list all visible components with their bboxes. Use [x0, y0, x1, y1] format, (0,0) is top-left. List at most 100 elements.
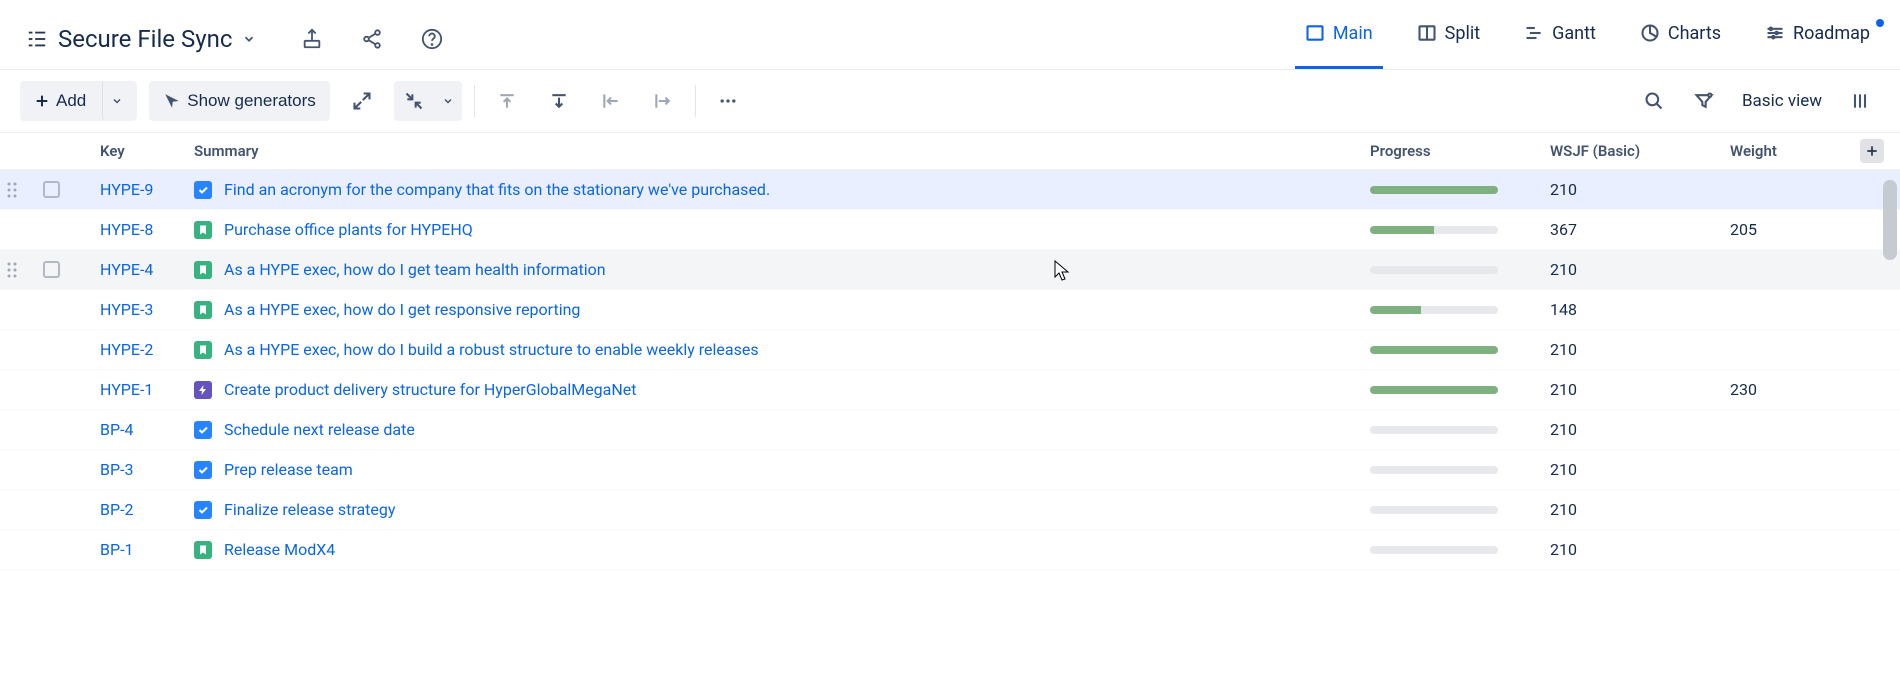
add-button[interactable]: Add: [20, 81, 100, 121]
wsjf-value: 367: [1550, 220, 1730, 239]
issue-key[interactable]: BP-4: [74, 420, 194, 439]
toolbar-separator: [695, 85, 696, 117]
table-row[interactable]: HYPE-3 As a HYPE exec, how do I get respo…: [0, 290, 1900, 330]
tab-charts-label: Charts: [1668, 23, 1721, 44]
show-generators-button[interactable]: Show generators: [149, 81, 330, 121]
wsjf-value: 210: [1550, 340, 1730, 359]
tab-main[interactable]: Main: [1295, 9, 1383, 69]
project-title: Secure File Sync: [58, 25, 232, 53]
tab-split[interactable]: Split: [1407, 9, 1490, 69]
collapse-dropdown[interactable]: [434, 81, 462, 121]
issue-key[interactable]: BP-2: [74, 500, 194, 519]
issue-key[interactable]: HYPE-1: [74, 380, 194, 399]
table-row[interactable]: BP-3 Prep release team 210: [0, 450, 1900, 490]
issue-key[interactable]: HYPE-8: [74, 220, 194, 239]
table-row[interactable]: HYPE-4 As a HYPE exec, how do I get team …: [0, 250, 1900, 290]
col-summary[interactable]: Summary: [194, 142, 1370, 160]
add-label: Add: [56, 91, 86, 111]
issue-key[interactable]: HYPE-2: [74, 340, 194, 359]
tab-gantt[interactable]: Gantt: [1514, 9, 1606, 69]
chevron-down-icon: [242, 32, 256, 46]
task-icon: [194, 421, 212, 439]
more-actions-button[interactable]: [708, 81, 748, 121]
expand-all-button[interactable]: [342, 81, 382, 121]
share-button[interactable]: [352, 19, 392, 59]
vertical-scrollbar[interactable]: [1883, 180, 1897, 690]
move-down-button[interactable]: [539, 81, 579, 121]
issue-key[interactable]: HYPE-3: [74, 300, 194, 319]
story-icon: [194, 221, 212, 239]
col-weight[interactable]: Weight: [1730, 142, 1860, 160]
issue-key[interactable]: BP-3: [74, 460, 194, 479]
wsjf-value: 210: [1550, 380, 1730, 399]
collapse-all-button[interactable]: [394, 81, 434, 121]
view-name[interactable]: Basic view: [1734, 91, 1830, 111]
task-icon: [194, 461, 212, 479]
add-button-group: Add: [20, 81, 137, 121]
col-wsjf[interactable]: WSJF (Basic): [1550, 142, 1730, 160]
wsjf-value: 210: [1550, 260, 1730, 279]
table-row[interactable]: HYPE-9 Find an acronym for the company th…: [0, 170, 1900, 210]
wsjf-value: 148: [1550, 300, 1730, 319]
table-row[interactable]: HYPE-2 As a HYPE exec, how do I build a r…: [0, 330, 1900, 370]
table-row[interactable]: BP-1Release ModX4210: [0, 530, 1900, 570]
issue-summary[interactable]: Purchase office plants for HYPEHQ: [224, 220, 473, 239]
weight-value: 205: [1730, 220, 1860, 239]
indent-button[interactable]: [643, 81, 683, 121]
issue-summary[interactable]: As a HYPE exec, how do I build a robust …: [224, 340, 759, 359]
weight-value: 230: [1730, 380, 1860, 399]
table-row[interactable]: BP-4 Schedule next release date 210: [0, 410, 1900, 450]
scrollbar-thumb[interactable]: [1883, 180, 1897, 260]
issue-summary[interactable]: Prep release team: [224, 460, 353, 479]
wsjf-value: 210: [1550, 460, 1730, 479]
row-checkbox[interactable]: [43, 181, 60, 198]
topbar: Secure File Sync Main: [0, 0, 1900, 70]
search-button[interactable]: [1634, 81, 1674, 121]
drag-handle-icon[interactable]: [0, 181, 28, 199]
filter-button[interactable]: [1684, 81, 1724, 121]
progress-bar: [1370, 226, 1498, 234]
issue-summary[interactable]: As a HYPE exec, how do I get team health…: [224, 260, 606, 279]
issue-summary[interactable]: Schedule next release date: [224, 420, 415, 439]
issue-key[interactable]: BP-1: [74, 540, 194, 559]
issue-summary[interactable]: As a HYPE exec, how do I get responsive …: [224, 300, 580, 319]
tab-roadmap[interactable]: Roadmap: [1755, 9, 1880, 69]
collapse-group: [394, 81, 462, 121]
wsjf-value: 210: [1550, 420, 1730, 439]
add-dropdown[interactable]: [102, 81, 137, 121]
table-row[interactable]: BP-2Finalize release strategy210: [0, 490, 1900, 530]
issue-summary[interactable]: Create product delivery structure for Hy…: [224, 380, 637, 399]
outdent-button[interactable]: [591, 81, 631, 121]
issue-summary[interactable]: Find an acronym for the company that fit…: [224, 180, 770, 199]
epic-icon: [194, 381, 212, 399]
col-key[interactable]: Key: [74, 142, 194, 160]
move-up-button[interactable]: [487, 81, 527, 121]
notification-dot: [1876, 19, 1884, 27]
task-icon: [194, 181, 212, 199]
col-progress[interactable]: Progress: [1370, 142, 1550, 160]
row-checkbox[interactable]: [43, 261, 60, 278]
issue-summary[interactable]: Release ModX4: [224, 540, 335, 559]
story-icon: [194, 341, 212, 359]
issue-summary[interactable]: Finalize release strategy: [224, 500, 395, 519]
story-icon: [194, 301, 212, 319]
progress-bar: [1370, 346, 1498, 354]
structure-icon: [26, 28, 48, 50]
add-column-button[interactable]: [1860, 139, 1884, 163]
progress-bar: [1370, 266, 1498, 274]
columns-button[interactable]: [1840, 81, 1880, 121]
drag-handle-icon[interactable]: [0, 261, 28, 279]
export-button[interactable]: [292, 19, 332, 59]
grid-header: Key Summary Progress WSJF (Basic) Weight: [0, 132, 1900, 170]
tab-charts[interactable]: Charts: [1630, 9, 1731, 69]
show-generators-label: Show generators: [187, 91, 316, 111]
progress-bar: [1370, 466, 1498, 474]
table-row[interactable]: HYPE-8 Purchase office plants for HYPEHQ 3…: [0, 210, 1900, 250]
help-button[interactable]: [412, 19, 452, 59]
table-row[interactable]: HYPE-1 Create product delivery structure …: [0, 370, 1900, 410]
project-selector[interactable]: Secure File Sync: [20, 19, 262, 59]
toolbar-separator: [474, 85, 475, 117]
issue-key[interactable]: HYPE-4: [74, 260, 194, 279]
issue-key[interactable]: HYPE-9: [74, 180, 194, 199]
progress-bar: [1370, 386, 1498, 394]
